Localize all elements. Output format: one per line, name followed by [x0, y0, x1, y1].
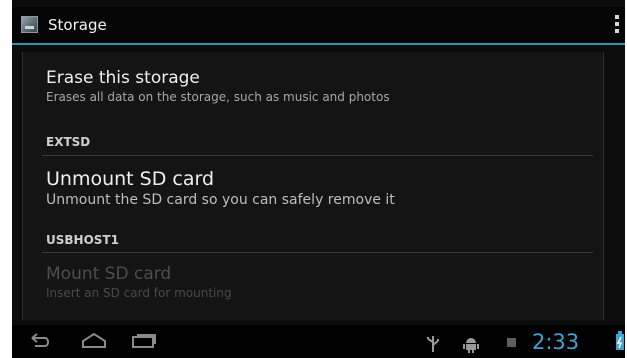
unmount-sd-card-summary: Unmount the SD card so you can safely re…: [46, 192, 395, 208]
android-debug-icon: [463, 338, 479, 353]
mount-sd-card-summary: Insert an SD card for mounting: [46, 286, 232, 300]
battery-icon: [616, 331, 624, 350]
status-clock: 2:33: [532, 330, 580, 354]
unmount-sd-card-title: Unmount SD card: [46, 168, 215, 190]
category-usbhost1: USBHOST1: [46, 233, 119, 247]
page-title: Storage: [48, 16, 107, 34]
preference-list: Erase this storage Erases all data on th…: [22, 52, 604, 320]
usb-icon: [427, 336, 439, 352]
system-nav-bar: 2:33: [12, 325, 625, 358]
recent-apps-icon[interactable]: [130, 332, 158, 350]
back-icon[interactable]: [28, 332, 52, 350]
notification-icon: [507, 338, 516, 347]
mount-sd-card-title: Mount SD card: [46, 264, 172, 284]
unmount-sd-card-item[interactable]: Unmount SD card Unmount the SD card so y…: [46, 167, 593, 209]
action-bar-divider: [12, 43, 625, 45]
erase-storage-item[interactable]: Erase this storage Erases all data on th…: [46, 68, 593, 105]
category-divider: [42, 155, 593, 156]
erase-storage-summary: Erases all data on the storage, such as …: [46, 90, 390, 104]
overflow-menu-icon[interactable]: [615, 15, 619, 35]
erase-storage-title: Erase this storage: [46, 68, 200, 88]
home-icon[interactable]: [80, 332, 108, 350]
category-divider: [42, 252, 593, 253]
mount-sd-card-item[interactable]: Mount SD card Insert an SD card for moun…: [46, 264, 593, 301]
storage-icon[interactable]: [21, 16, 38, 33]
action-bar: Storage: [12, 7, 625, 43]
category-extsd: EXTSD: [46, 135, 91, 149]
device-screen: Storage Erase this storage Erases all da…: [12, 0, 625, 358]
